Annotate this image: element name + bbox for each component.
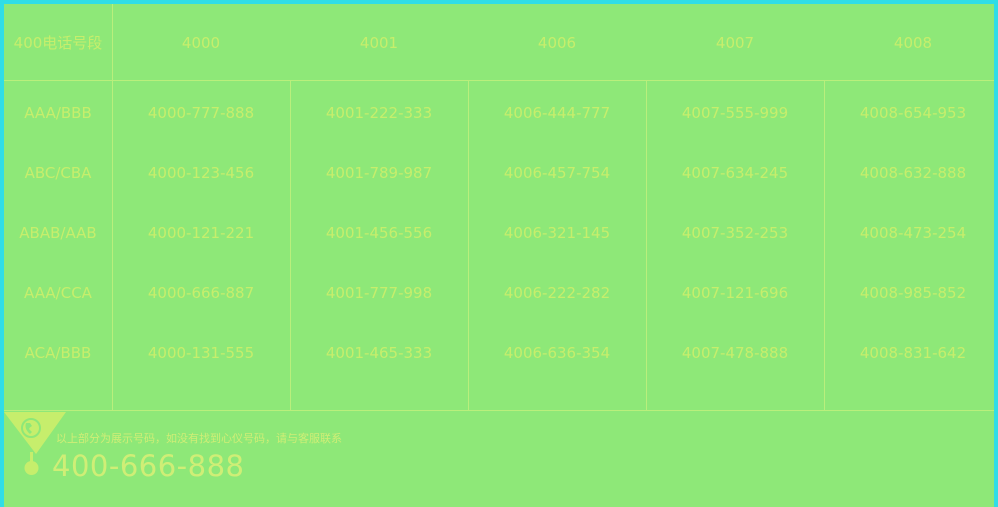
phone-number[interactable]: 4006-457-754	[468, 163, 646, 183]
row-label: AAA/BBB	[24, 104, 92, 122]
phone-number[interactable]: 4001-777-998	[290, 283, 468, 303]
phone-number[interactable]: 4007-478-888	[646, 343, 824, 363]
footer-note: 以上部分为展示号码，如没有找到心仪号码，请与客服联系	[56, 432, 342, 445]
header-label: 400电话号段	[13, 34, 103, 52]
phone-number[interactable]: 4000-666-887	[112, 283, 290, 303]
phone-number[interactable]: 4006-636-354	[468, 343, 646, 363]
row-label: ABAB/AAB	[19, 224, 97, 242]
phone-number[interactable]: 4001-222-333	[290, 103, 468, 123]
phone-number[interactable]: 4000-777-888	[112, 103, 290, 123]
phone-number[interactable]: 4007-555-999	[646, 103, 824, 123]
phone-number[interactable]: 4007-121-696	[646, 283, 824, 303]
phone-number[interactable]: 4001-456-556	[290, 223, 468, 243]
column-header: 4000	[181, 34, 221, 52]
phone-number[interactable]: 4000-123-456	[112, 163, 290, 183]
column-header: 4006	[537, 34, 577, 52]
phone-number[interactable]: 4000-121-221	[112, 223, 290, 243]
row-label: AAA/CCA	[24, 284, 92, 302]
header-divider	[4, 80, 994, 81]
row-label: ABC/CBA	[24, 164, 92, 182]
phone-number[interactable]: 4007-634-245	[646, 163, 824, 183]
phone-number[interactable]: 4008-473-254	[824, 223, 998, 243]
phone-number[interactable]: 4006-222-282	[468, 283, 646, 303]
table-bottom-divider	[4, 410, 994, 411]
row-label: ACA/BBB	[24, 344, 92, 362]
column-header: 4008	[893, 34, 933, 52]
phone-number[interactable]: 4008-632-888	[824, 163, 998, 183]
phone-number[interactable]: 4006-444-777	[468, 103, 646, 123]
phone-number[interactable]: 4008-985-852	[824, 283, 998, 303]
column-header: 4007	[715, 34, 755, 52]
phone-number[interactable]: 4008-831-642	[824, 343, 998, 363]
hotline-number[interactable]: 400-666-888	[52, 448, 245, 484]
number-table-panel: 400电话号段 4000 4001 4006 4007 4008 AAA/BBB…	[4, 4, 994, 507]
phone-number[interactable]: 4001-465-333	[290, 343, 468, 363]
phone-number[interactable]: 4006-321-145	[468, 223, 646, 243]
phone-number[interactable]: 4000-131-555	[112, 343, 290, 363]
phone-number[interactable]: 4007-352-253	[646, 223, 824, 243]
phone-number[interactable]: 4008-654-953	[824, 103, 998, 123]
phone-number[interactable]: 4001-789-987	[290, 163, 468, 183]
column-header: 4001	[359, 34, 399, 52]
